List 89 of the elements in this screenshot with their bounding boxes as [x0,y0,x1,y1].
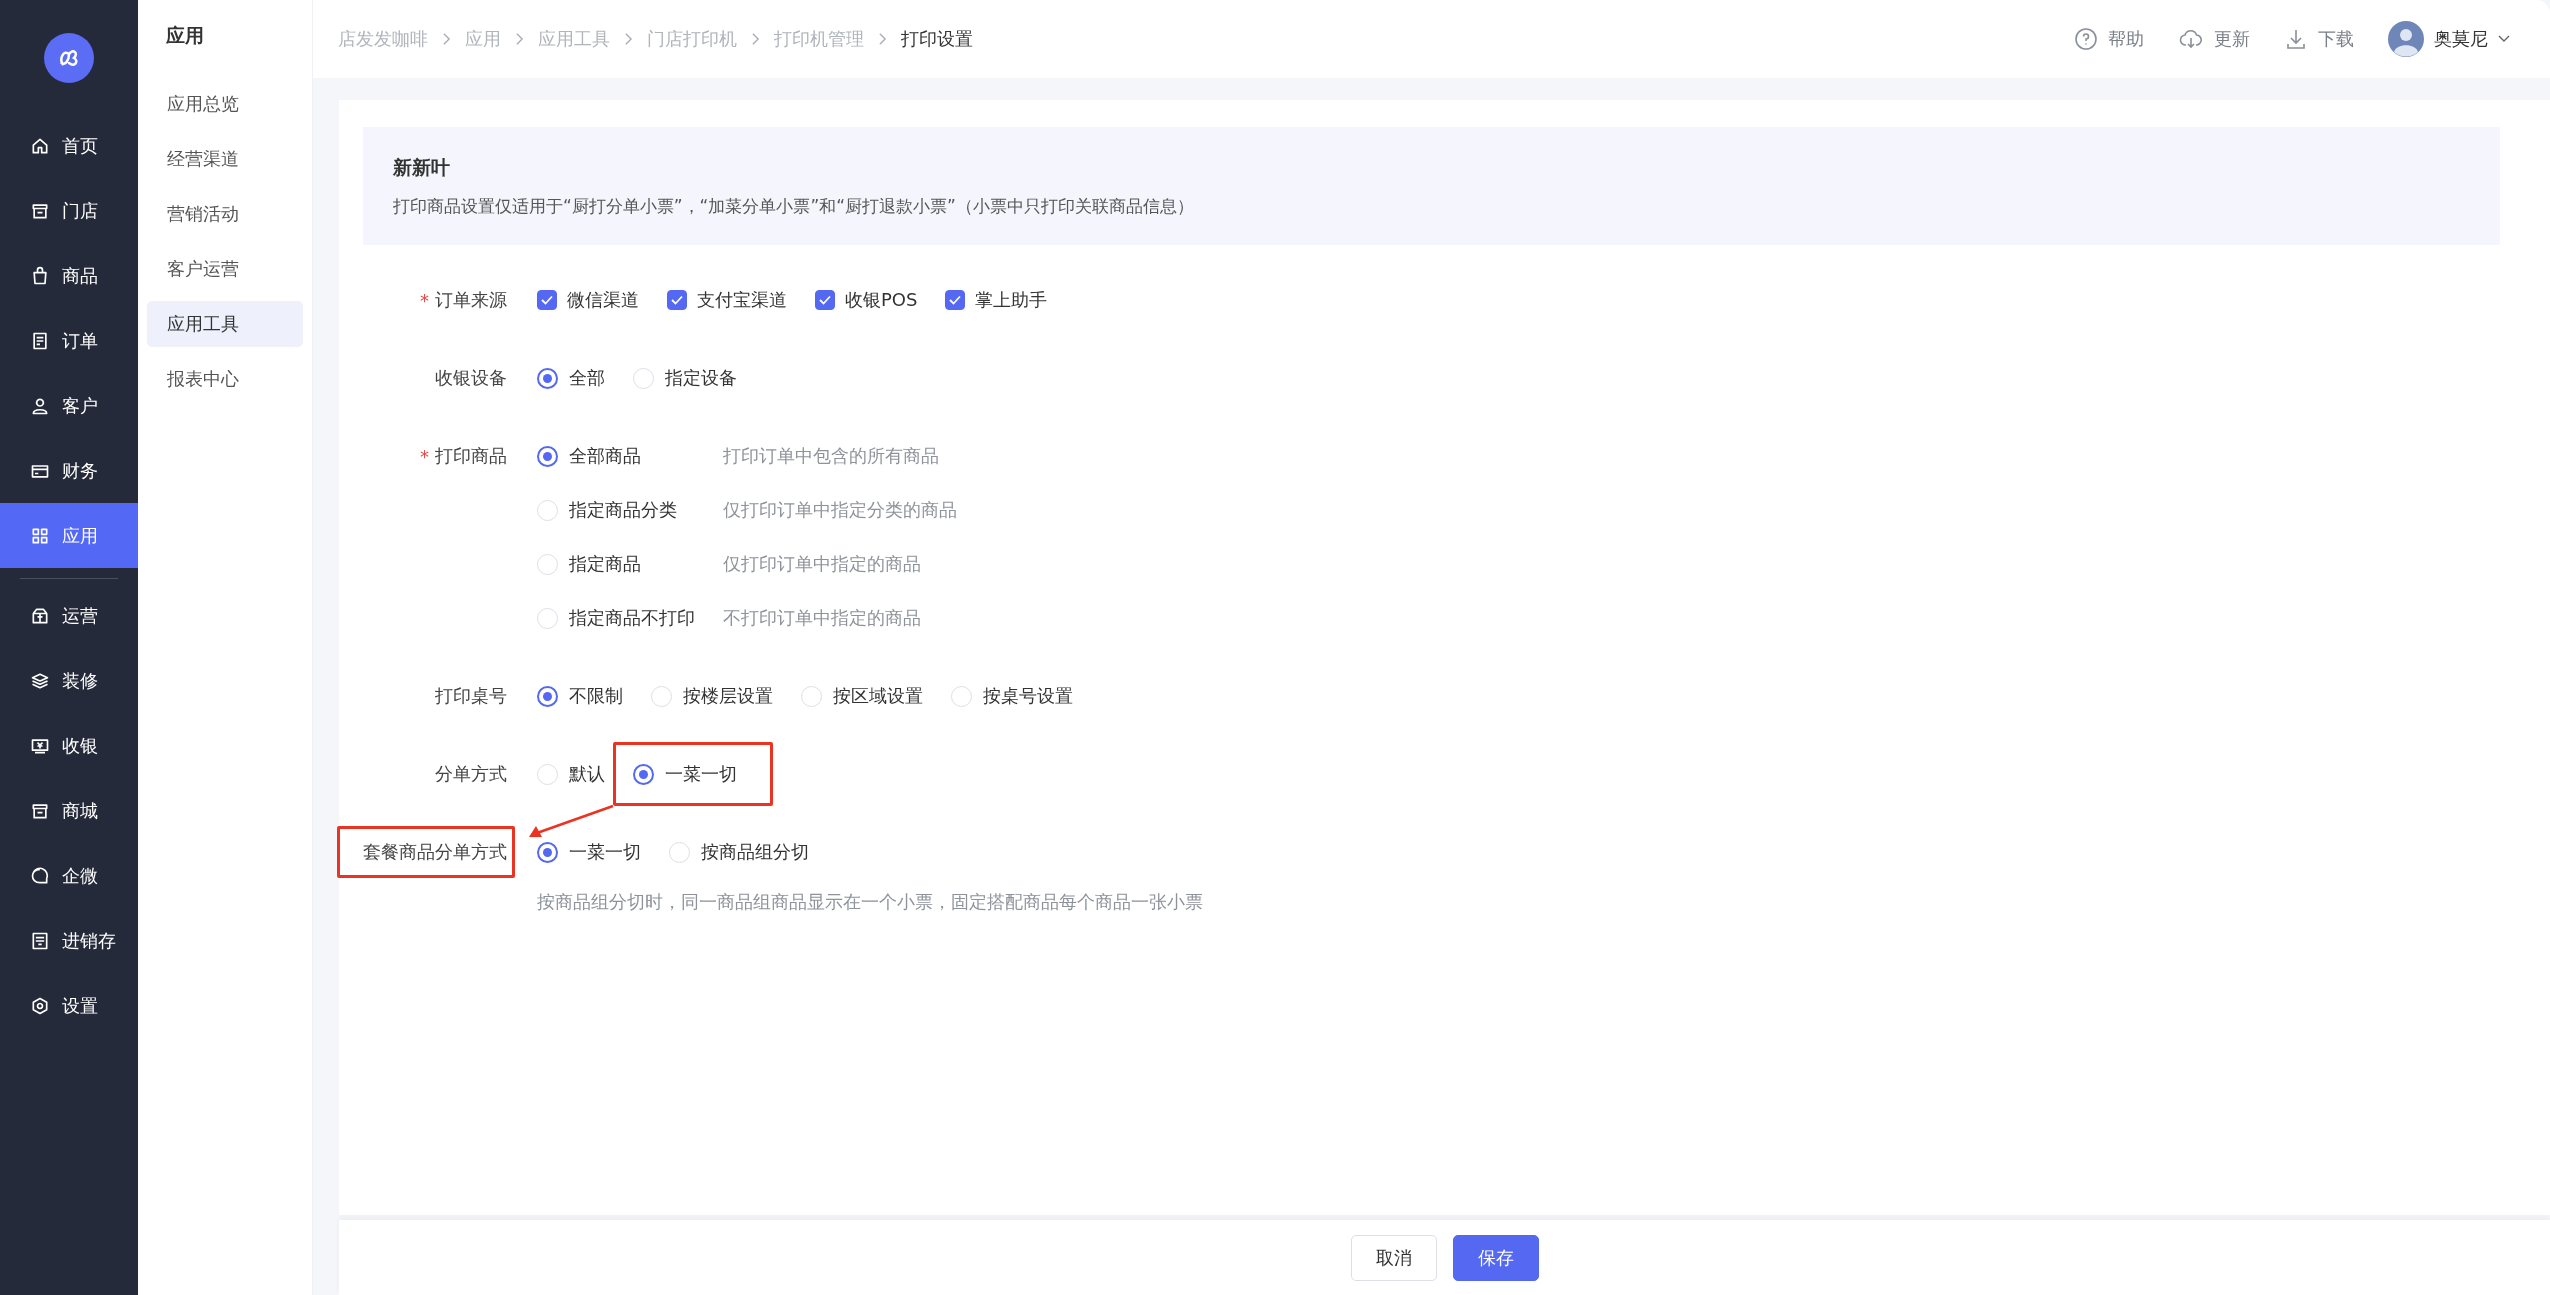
nav-item[interactable]: 门店 [0,178,138,243]
user-name[interactable]: 奥莫尼 [2434,27,2488,51]
required-asterisk: * [420,445,429,467]
nav-item[interactable]: 商城 [0,778,138,843]
option-hint: 仅打印订单中指定的商品 [723,552,921,576]
nav-item[interactable]: 财务 [0,438,138,503]
field-label: 套餐商品分单方式 [363,840,507,864]
nav-item[interactable]: 商品 [0,243,138,308]
header-action-link[interactable]: 更新 [2214,27,2250,51]
field-label: 订单来源 [435,288,507,312]
notice-text: 打印商品设置仅适用于“厨打分单小票”，“加菜分单小票”和“厨打退款小票”（小票中只打印关联商品信息） [393,194,1195,218]
option-hint: 打印订单中包含的所有商品 [723,444,939,468]
subnav-item[interactable]: 应用工具 [147,301,303,347]
radio-button[interactable] [537,841,558,863]
required-asterisk: * [420,289,429,311]
help-icon[interactable] [2074,27,2098,51]
field-hint: 按商品组分切时，同一商品组商品显示在一个小票，固定搭配商品每个商品一张小票 [537,890,1203,914]
nav-item[interactable]: 运营 [0,583,138,648]
nav-item[interactable]: 应用 [0,503,138,568]
radio-button[interactable] [633,763,654,785]
checkbox-label[interactable]: 收银POS [845,288,918,312]
nav-icon [30,330,50,351]
check-icon [541,295,553,305]
field-label: 分单方式 [435,762,507,786]
logo-icon [44,33,94,83]
option-hint: 不打印订单中指定的商品 [723,606,921,630]
chevron-right-icon [751,32,760,46]
radio-label[interactable]: 默认 [569,762,605,786]
nav-item[interactable]: 首页 [0,113,138,178]
radio-button[interactable] [537,445,558,467]
cloud-download-icon[interactable] [2178,27,2204,51]
radio-label[interactable]: 指定商品分类 [569,498,719,522]
nav-item[interactable]: 设置 [0,973,138,1038]
radio-label[interactable]: 一菜一切 [665,762,737,786]
subnav-item[interactable]: 报表中心 [147,356,303,402]
radio-label[interactable]: 一菜一切 [569,840,641,864]
subnav-item[interactable]: 经营渠道 [147,136,303,182]
check-icon [671,295,683,305]
radio-button[interactable] [537,685,558,707]
chevron-right-icon [515,32,524,46]
radio-label[interactable]: 指定设备 [665,366,737,390]
checkbox-label[interactable]: 支付宝渠道 [697,288,787,312]
nav-icon [30,265,50,286]
check-icon [819,295,831,305]
radio-label[interactable]: 按区域设置 [833,684,923,708]
subnav-title: 应用 [165,23,205,48]
chevron-right-icon [624,32,633,46]
option-hint: 仅打印订单中指定分类的商品 [723,498,957,522]
checkbox[interactable] [667,290,687,310]
checkbox-label[interactable]: 掌上助手 [975,288,1048,312]
subnav-item[interactable]: 营销活动 [147,191,303,237]
nav-item[interactable]: 装修 [0,648,138,713]
field-label: 收银设备 [435,366,507,390]
nav-item[interactable]: 企微 [0,843,138,908]
nav-icon [30,930,50,951]
chevron-right-icon [442,32,451,46]
radio-label[interactable]: 按楼层设置 [683,684,773,708]
header-action-link[interactable]: 帮助 [2108,27,2144,51]
nav-item[interactable]: 客户 [0,373,138,438]
cancel-button[interactable]: 取消 [1350,1234,1437,1281]
radio-label[interactable]: 按商品组分切 [701,840,809,864]
notice-title: 新新叶 [393,154,451,180]
chevron-right-icon [878,32,887,46]
radio-label[interactable]: 指定商品不打印 [569,606,719,630]
checkbox[interactable] [815,290,835,310]
radio-label[interactable]: 不限制 [569,684,623,708]
nav-item[interactable]: 收银 [0,713,138,778]
radio-label[interactable]: 全部商品 [569,444,719,468]
download-icon[interactable] [2284,27,2308,51]
save-button[interactable]: 保存 [1452,1234,1539,1281]
caret-down-icon[interactable] [2498,35,2510,43]
checkbox[interactable] [945,290,966,310]
checkbox-label[interactable]: 微信渠道 [567,288,639,312]
checkbox[interactable] [537,290,557,310]
nav-item[interactable]: 进销存 [0,908,138,973]
avatar-icon[interactable] [2388,21,2424,57]
nav-icon [30,995,50,1016]
subnav-item[interactable]: 应用总览 [147,81,303,127]
radio-button[interactable] [537,367,558,389]
nav-icon [30,865,50,886]
radio-label[interactable]: 按桌号设置 [983,684,1073,708]
check-icon [949,295,962,305]
radio-label[interactable]: 全部 [569,366,605,390]
radio-label[interactable]: 指定商品 [569,552,719,576]
nav-item[interactable]: 订单 [0,308,138,373]
field-label: 打印商品 [435,444,507,468]
header-action-link[interactable]: 下载 [2318,27,2354,51]
subnav-item[interactable]: 客户运营 [147,246,303,292]
field-label: 打印桌号 [435,684,507,708]
